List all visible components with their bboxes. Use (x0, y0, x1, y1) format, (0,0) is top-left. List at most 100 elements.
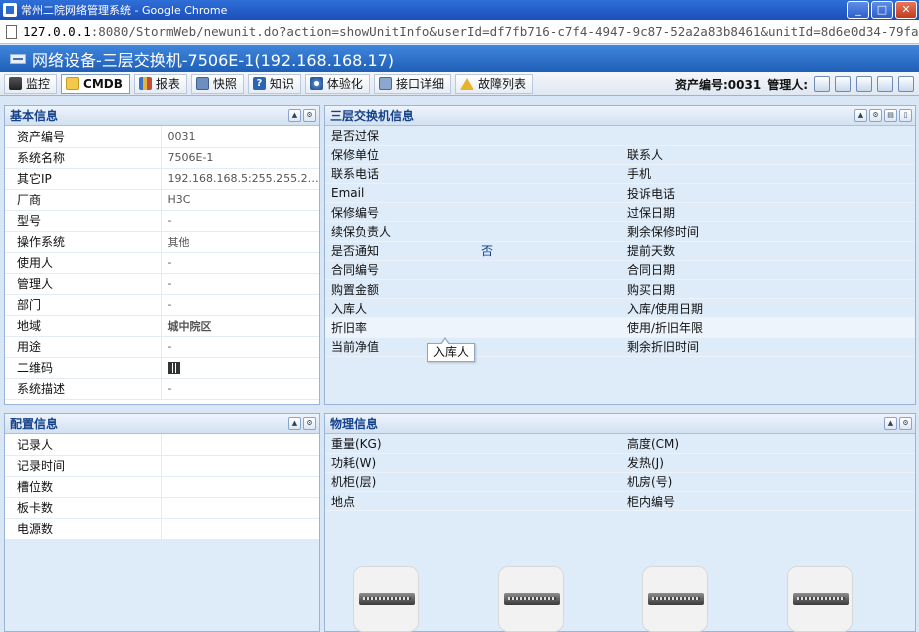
tab-cmdb[interactable]: CMDB (61, 73, 130, 94)
field-value: - (161, 378, 319, 400)
collapse-icon[interactable]: ▲ (288, 417, 301, 430)
tab-label: 体验化 (326, 77, 363, 91)
tooltip: 入库人 (427, 337, 476, 362)
field-label: 是否通知 (325, 241, 475, 261)
field-label: Email (325, 183, 475, 204)
field-label: 投诉电话 (621, 183, 771, 204)
settings-icon[interactable]: ⚙ (303, 109, 316, 122)
switch-chassis-image (359, 593, 415, 605)
edit-icon[interactable]: ▤ (884, 109, 897, 122)
tab-report[interactable]: 报表 (133, 73, 187, 94)
field-value (475, 221, 621, 242)
table-row: 电源数 (5, 518, 319, 540)
address-bar[interactable]: 127.0.0.1:8080/StormWeb/newunit.do?actio… (0, 20, 919, 44)
field-label: 使用人 (5, 252, 162, 274)
settings-icon[interactable]: ⚙ (303, 417, 316, 430)
switch-chassis-image (793, 593, 849, 605)
collapse-icon[interactable]: ▲ (854, 109, 867, 122)
field-value (771, 202, 915, 223)
physical-info-table: 重量(KG) 高度(CM) 功耗(W) 发热(J) 机柜(层) 机房(号) 地点 柜内编号 (325, 434, 915, 512)
device-image[interactable] (498, 566, 564, 632)
url-host: 127.0.0.1 (23, 24, 91, 39)
maximize-button[interactable]: □ (871, 1, 893, 19)
field-label: 二维码 (5, 357, 162, 379)
field-label: 电源数 (5, 518, 162, 540)
field-value (475, 126, 621, 146)
tab-label: 知识 (269, 77, 294, 91)
table-row: 操作系统 其他 (5, 231, 319, 253)
field-value: - (161, 252, 319, 274)
field-value (161, 497, 319, 519)
tab-snapshot[interactable]: 快照 (190, 73, 244, 94)
tab-label: 快照 (212, 77, 237, 91)
field-value (475, 337, 621, 357)
field-label: 用途 (5, 336, 162, 358)
field-value (771, 279, 915, 300)
minimize-button[interactable]: _ (847, 1, 869, 19)
field-label: 入库人 (325, 298, 475, 319)
device-image[interactable] (353, 566, 419, 632)
tab-experience[interactable]: 体验化 (304, 73, 370, 94)
field-value: - (161, 336, 319, 358)
field-label: 系统名称 (5, 147, 162, 169)
tab-label: 故障列表 (477, 77, 526, 91)
config-info-panel: 配置信息 ▲ ⚙ 记录人 记录时间 槽位数 板卡数 电源数 (4, 413, 320, 632)
field-value (475, 317, 621, 338)
collapse-icon[interactable]: ▲ (884, 417, 897, 430)
close-button[interactable]: ✕ (895, 1, 917, 19)
basic-info-panel: 基本信息 ▲ ⚙ 资产编号 0031 系统名称 7506E-1 其它IP 192.168… (4, 105, 320, 405)
qr-code-icon[interactable] (167, 362, 180, 374)
edit-icon[interactable] (835, 76, 851, 92)
field-value (475, 260, 621, 281)
refresh-icon[interactable] (898, 76, 914, 92)
field-label: 资产编号 (5, 126, 162, 148)
table-row: 型号 - (5, 210, 319, 232)
snapshot-icon (195, 77, 209, 90)
field-value: H3C (161, 189, 319, 211)
tab-monitor[interactable]: 监控 (4, 73, 58, 94)
print-icon[interactable]: ▯ (899, 109, 912, 122)
field-value (161, 476, 319, 498)
panel-header: 配置信息 ▲ ⚙ (5, 414, 319, 434)
field-value (771, 298, 915, 319)
field-value (771, 164, 915, 185)
field-label: 提前天数 (621, 241, 771, 261)
field-value[interactable]: 0031 (161, 126, 319, 148)
settings-icon[interactable]: ⚙ (899, 417, 912, 430)
field-value (771, 221, 915, 242)
device-image[interactable] (787, 566, 853, 632)
field-label: 重量(KG) (325, 434, 475, 454)
window-icon[interactable] (877, 76, 893, 92)
switch-chassis-image (648, 593, 704, 605)
tab-port-detail[interactable]: 接口详细 (373, 73, 451, 94)
table-row: 是否通知否提前天数 (325, 241, 915, 261)
tab-fault-list[interactable]: 故障列表 (454, 73, 533, 94)
field-value (771, 241, 915, 261)
field-value (771, 317, 915, 338)
url-text[interactable]: 127.0.0.1:8080/StormWeb/newunit.do?actio… (23, 24, 919, 39)
panel-title: 物理信息 (330, 417, 379, 431)
tab-knowledge[interactable]: ? 知识 (247, 73, 301, 94)
field-value[interactable] (161, 357, 319, 379)
back-icon[interactable] (856, 76, 872, 92)
user-icon[interactable] (814, 76, 830, 92)
device-image[interactable] (642, 566, 708, 632)
collapse-icon[interactable]: ▲ (288, 109, 301, 122)
table-row: 厂商 H3C (5, 189, 319, 211)
window-controls: _ □ ✕ (847, 1, 917, 19)
header-right-info: 资产编号:0031 管理人: (675, 74, 919, 94)
field-value (475, 472, 621, 493)
field-value (771, 183, 915, 204)
field-label: 记录人 (5, 434, 162, 456)
field-value: 7506E-1 (161, 147, 319, 169)
page-icon (6, 24, 17, 39)
field-value (161, 455, 319, 477)
field-label: 地点 (325, 491, 475, 512)
settings-icon[interactable]: ⚙ (869, 109, 882, 122)
table-row: 保修单位 联系人 (325, 145, 915, 165)
field-value: 192.168.168.5:255.255.255... (161, 168, 319, 190)
field-label: 入库/使用日期 (621, 298, 771, 319)
window-title: 常州二院网络管理系统 - Google Chrome (21, 4, 228, 17)
field-value (161, 434, 319, 456)
field-value (475, 434, 621, 454)
